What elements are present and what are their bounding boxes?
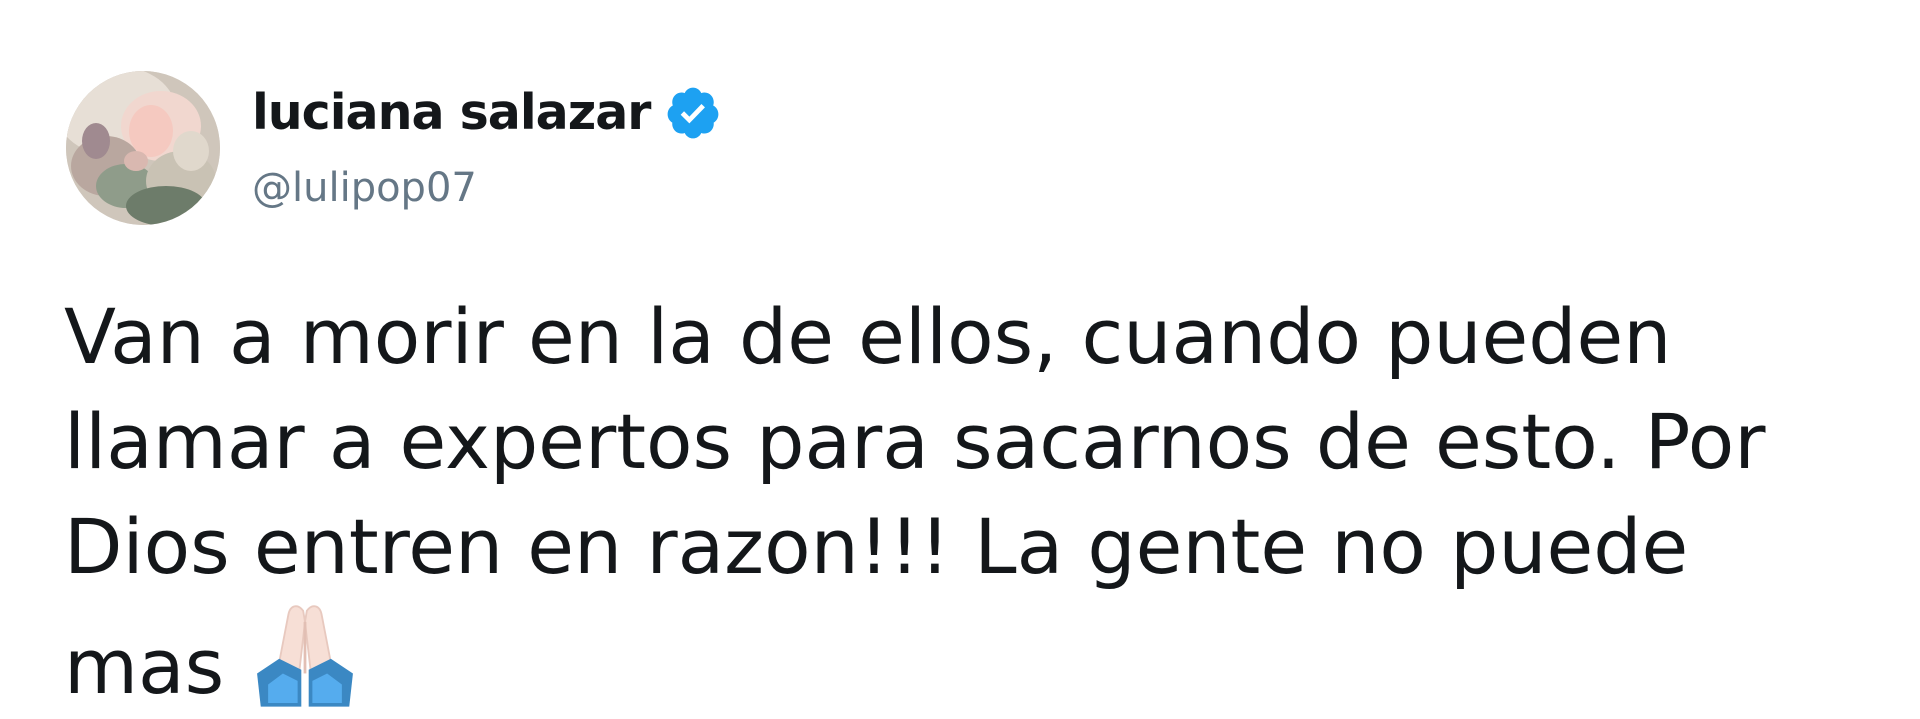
display-name[interactable]: luciana salazar — [252, 80, 651, 146]
avatar-image — [66, 71, 220, 225]
author-handle[interactable]: @lulipop07 — [252, 160, 477, 216]
author-name-row[interactable]: luciana salazar — [252, 80, 722, 146]
verified-badge-icon — [668, 87, 719, 139]
tweet-text: Van a morir en la de ellos, cuando puede… — [64, 284, 1864, 711]
tweet-text-line: Van a morir en la de ellos, cuando puede… — [64, 292, 1672, 381]
avatar[interactable] — [66, 71, 220, 225]
tweet-text-line: llamar a expertos para sacarnos de esto.… — [64, 397, 1766, 486]
tweet-text-line: mas — [64, 622, 225, 711]
tweet-text-line: Dios entren en razon!!! La gente no pued… — [64, 502, 1689, 591]
tweet-card: luciana salazar @lulipop07 Van a morir e… — [0, 0, 1920, 711]
folded-hands-icon — [257, 605, 354, 707]
tweet-text-line-last: mas — [64, 599, 1864, 711]
